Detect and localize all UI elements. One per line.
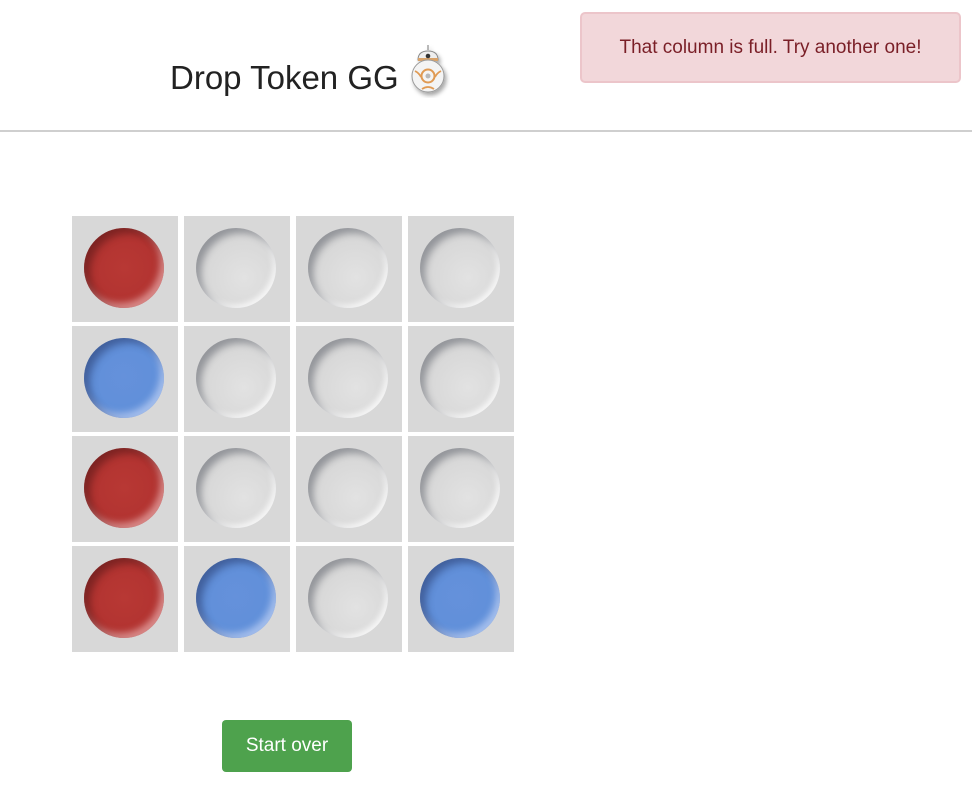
empty-slot — [308, 558, 388, 638]
board-cell-r2-c2[interactable] — [184, 326, 290, 432]
column-full-alert: That column is full. Try another one! — [580, 12, 961, 83]
board-cell-r2-c4[interactable] — [408, 326, 514, 432]
board-cell-r3-c2[interactable] — [184, 436, 290, 542]
board-cell-r1-c1[interactable] — [72, 216, 178, 322]
board-cell-r1-c2[interactable] — [184, 216, 290, 322]
board-cell-r3-c1[interactable] — [72, 436, 178, 542]
alert-message: That column is full. Try another one! — [619, 36, 922, 58]
blue-token — [420, 558, 500, 638]
blue-token — [196, 558, 276, 638]
empty-slot — [420, 228, 500, 308]
board-cell-r2-c3[interactable] — [296, 326, 402, 432]
empty-slot — [420, 448, 500, 528]
board-cell-r4-c3[interactable] — [296, 546, 402, 652]
empty-slot — [196, 448, 276, 528]
red-token — [84, 558, 164, 638]
red-token — [84, 448, 164, 528]
board-cell-r3-c3[interactable] — [296, 436, 402, 542]
board-cell-r1-c3[interactable] — [296, 216, 402, 322]
empty-slot — [308, 338, 388, 418]
empty-slot — [308, 448, 388, 528]
bb8-droid-icon — [411, 45, 445, 93]
board-cell-r4-c1[interactable] — [72, 546, 178, 652]
game-board — [72, 216, 514, 652]
start-over-button[interactable]: Start over — [222, 720, 352, 772]
board-cell-r4-c4[interactable] — [408, 546, 514, 652]
empty-slot — [420, 338, 500, 418]
red-token — [84, 228, 164, 308]
page: Drop Token GG That column is full. Try a… — [0, 0, 972, 810]
page-title: Drop Token GG — [170, 59, 399, 96]
board-cell-r4-c2[interactable] — [184, 546, 290, 652]
empty-slot — [308, 228, 388, 308]
empty-slot — [196, 228, 276, 308]
blue-token — [84, 338, 164, 418]
empty-slot — [196, 338, 276, 418]
board-cell-r3-c4[interactable] — [408, 436, 514, 542]
board-cell-r2-c1[interactable] — [72, 326, 178, 432]
board-cell-r1-c4[interactable] — [408, 216, 514, 322]
